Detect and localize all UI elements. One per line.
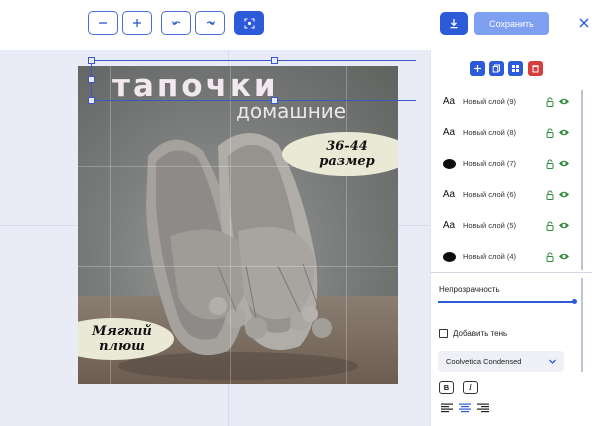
- resize-handle[interactable]: [88, 76, 95, 83]
- delete-layer-button[interactable]: [528, 61, 543, 76]
- top-toolbar: Сохранить: [0, 0, 592, 50]
- download-button[interactable]: [440, 12, 468, 35]
- size-range-text: 36-44: [326, 139, 368, 154]
- download-icon: [450, 19, 458, 29]
- font-family-select[interactable]: Coolvetica Condensed: [438, 351, 564, 372]
- align-left-icon[interactable]: [441, 403, 453, 413]
- delete-icon: [532, 65, 539, 73]
- unlock-icon[interactable]: [546, 221, 554, 231]
- resize-handle[interactable]: [271, 57, 278, 64]
- visibility-eye-icon[interactable]: [558, 159, 570, 168]
- zoom-out-button[interactable]: [88, 11, 118, 35]
- shape-layer-thumb: [442, 157, 456, 171]
- duplicate-icon: [492, 64, 500, 73]
- layer-name: Новый слой (5): [463, 221, 517, 230]
- ellipse-shape-icon: [442, 251, 456, 262]
- text-layer-thumb: Aa: [442, 189, 456, 200]
- visibility-eye-icon[interactable]: [558, 97, 570, 106]
- shadow-label: Добавить тень: [453, 329, 508, 338]
- layer-name: Новый слой (4): [463, 252, 517, 261]
- layer-list: Aa Новый слой (9) Aa Новый слой (8) Новы…: [431, 86, 589, 272]
- selection-border: [91, 60, 416, 61]
- unlock-icon[interactable]: [546, 97, 554, 107]
- layer-item[interactable]: Aa Новый слой (9): [431, 86, 589, 117]
- font-family-value: Coolvetica Condensed: [446, 357, 522, 366]
- redo-icon: [206, 20, 215, 25]
- visibility-eye-icon[interactable]: [558, 221, 570, 230]
- layer-name: Новый слой (9): [463, 97, 517, 106]
- duplicate-layer-button[interactable]: [489, 61, 504, 76]
- layer-item[interactable]: Новый слой (4): [431, 241, 589, 272]
- save-button[interactable]: Сохранить: [474, 12, 549, 35]
- properties-panel: Aa Новый слой (9) Aa Новый слой (8) Новы…: [430, 50, 592, 426]
- opacity-label: Непрозрачность: [439, 285, 500, 294]
- design-canvas[interactable]: тапочки домашние 36-44 размер Мягкий плю…: [78, 66, 398, 384]
- chevron-down-icon: [549, 359, 556, 364]
- plus-icon: [133, 19, 141, 27]
- editor-workspace[interactable]: тапочки домашние 36-44 размер Мягкий плю…: [0, 50, 430, 426]
- undo-icon: [171, 20, 180, 25]
- close-button[interactable]: [578, 16, 592, 30]
- material-line1-text: Мягкий: [92, 324, 152, 339]
- ellipse-shape-icon: [442, 158, 456, 169]
- opacity-slider-handle[interactable]: [572, 299, 577, 304]
- layer-item[interactable]: Новый слой (7): [431, 148, 589, 179]
- fit-screen-button[interactable]: [234, 11, 264, 35]
- size-label-text: размер: [319, 154, 375, 169]
- unlock-icon[interactable]: [546, 190, 554, 200]
- resize-handle[interactable]: [88, 97, 95, 104]
- redo-button[interactable]: [195, 11, 225, 35]
- arrange-button[interactable]: [508, 61, 523, 76]
- visibility-eye-icon[interactable]: [558, 128, 570, 137]
- add-icon: [474, 65, 481, 72]
- canvas-gridline: [346, 66, 347, 384]
- text-layer-thumb: Aa: [442, 96, 456, 107]
- text-layer-thumb: Aa: [442, 127, 456, 138]
- layer-list-scrollbar[interactable]: [581, 90, 583, 270]
- canvas-subtitle-text[interactable]: домашние: [236, 99, 346, 123]
- unlock-icon[interactable]: [546, 252, 554, 262]
- undo-button[interactable]: [161, 11, 191, 35]
- material-bubble-text: Мягкий плюш: [78, 324, 152, 354]
- panel-scrollbar[interactable]: [581, 278, 583, 372]
- shape-layer-thumb: [442, 250, 456, 264]
- italic-button[interactable]: I: [463, 381, 478, 394]
- material-line2-text: плюш: [99, 339, 145, 354]
- panel-divider: [431, 272, 592, 273]
- close-icon: [579, 18, 589, 28]
- resize-handle[interactable]: [271, 97, 278, 104]
- visibility-eye-icon[interactable]: [558, 190, 570, 199]
- add-layer-button[interactable]: [470, 61, 485, 76]
- unlock-icon[interactable]: [546, 159, 554, 169]
- fit-screen-icon: [243, 17, 255, 29]
- resize-handle[interactable]: [88, 57, 95, 64]
- layer-name: Новый слой (8): [463, 128, 517, 137]
- ungroup-icon: [512, 65, 519, 72]
- layer-item[interactable]: Aa Новый слой (6): [431, 179, 589, 210]
- text-layer-thumb: Aa: [442, 220, 456, 231]
- visibility-eye-icon[interactable]: [558, 252, 570, 261]
- shadow-toggle-row[interactable]: Добавить тень: [439, 329, 507, 338]
- canvas-gridline: [230, 66, 231, 384]
- bold-button[interactable]: B: [439, 381, 454, 394]
- align-center-icon[interactable]: [459, 403, 471, 413]
- opacity-slider[interactable]: [438, 301, 574, 303]
- shadow-checkbox[interactable]: [439, 329, 448, 338]
- unlock-icon[interactable]: [546, 128, 554, 138]
- minus-icon: [99, 22, 107, 24]
- layer-name: Новый слой (7): [463, 159, 517, 168]
- canvas-gridline: [78, 266, 398, 267]
- layer-item[interactable]: Aa Новый слой (8): [431, 117, 589, 148]
- selection-border: [91, 100, 416, 101]
- layer-name: Новый слой (6): [463, 190, 517, 199]
- layer-item[interactable]: Aa Новый слой (5): [431, 210, 589, 241]
- zoom-in-button[interactable]: [122, 11, 152, 35]
- size-bubble-text: 36-44 размер: [319, 139, 375, 169]
- align-right-icon[interactable]: [477, 403, 489, 413]
